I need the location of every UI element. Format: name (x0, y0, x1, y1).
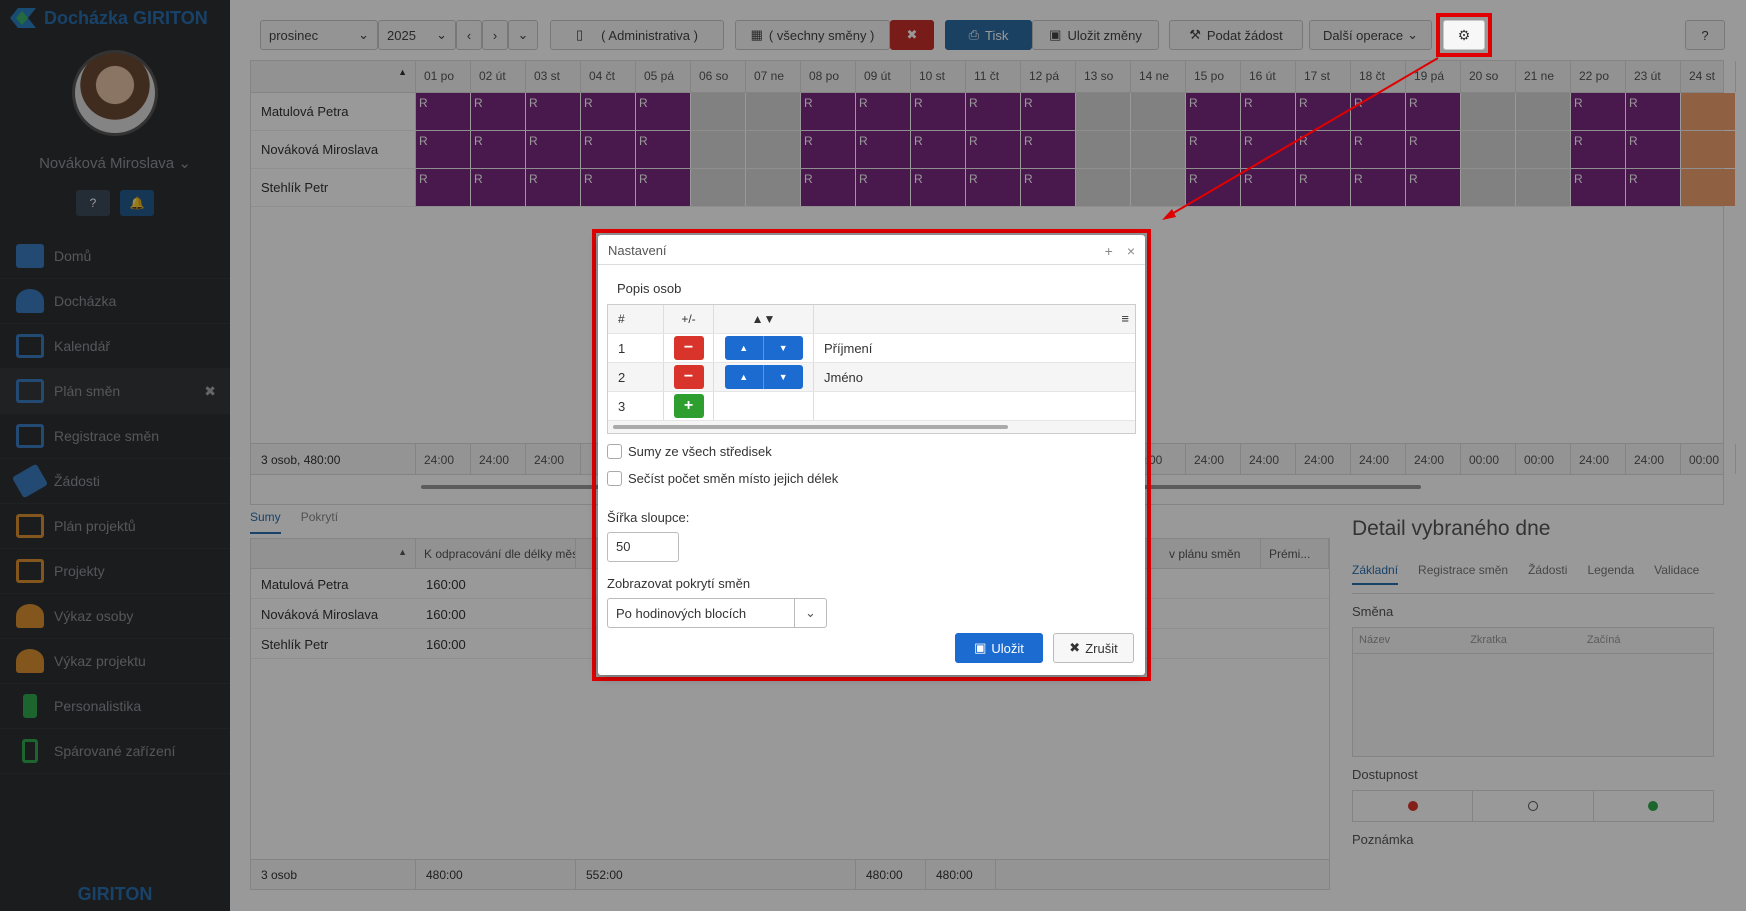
move-up-button[interactable]: ▲ (725, 365, 764, 389)
save-icon: ▣ (974, 640, 987, 655)
remove-button[interactable]: − (673, 336, 704, 360)
coverage-select[interactable]: Po hodinových blocích ⌄ (607, 598, 827, 628)
table-row[interactable]: 2 − ▲ ▼ Jméno (608, 363, 1135, 392)
section-label: Popis osob (617, 281, 682, 296)
add-button[interactable]: + (673, 394, 704, 418)
move-down-button[interactable]: ▼ (764, 365, 803, 389)
close-icon: ✖ (1069, 640, 1081, 655)
column-width-input[interactable]: 50 (607, 532, 679, 562)
save-button[interactable]: ▣ Uložit (955, 633, 1043, 663)
dialog-titlebar: Nastavení + × (598, 235, 1145, 265)
cancel-button[interactable]: ✖ Zrušit (1053, 633, 1134, 663)
table-row[interactable]: 1 − ▲ ▼ Příjmení (608, 334, 1135, 363)
dialog-title: Nastavení (608, 243, 667, 258)
maximize-icon[interactable]: + (1105, 243, 1113, 259)
highlight-box-settings (1436, 13, 1492, 57)
person-description-table: # +/- ▲▼ ≡ 1 − ▲ ▼ Příjmení 2 − ▲ ▼ Jméno … (607, 304, 1136, 434)
remove-button[interactable]: − (673, 365, 704, 389)
chevron-down-icon: ⌄ (794, 599, 826, 627)
settings-dialog: Nastavení + × Popis osob # +/- ▲▼ ≡ 1 − ▲… (598, 235, 1145, 675)
move-down-button[interactable]: ▼ (764, 336, 803, 360)
count-shifts-checkbox[interactable]: Sečíst počet směn místo jejich délek (607, 471, 1145, 486)
table-row[interactable]: 3 + (608, 392, 1135, 421)
coverage-label: Zobrazovat pokrytí směn (607, 576, 751, 591)
close-icon[interactable]: × (1127, 243, 1135, 259)
menu-icon[interactable]: ≡ (1121, 311, 1129, 326)
table-header: # +/- ▲▼ ≡ (608, 305, 1135, 334)
move-up-button[interactable]: ▲ (725, 336, 764, 360)
sum-all-centers-checkbox[interactable]: Sumy ze všech středisek (607, 444, 1145, 459)
table-scrollbar[interactable] (608, 421, 1135, 433)
column-width-label: Šířka sloupce: (607, 510, 690, 525)
